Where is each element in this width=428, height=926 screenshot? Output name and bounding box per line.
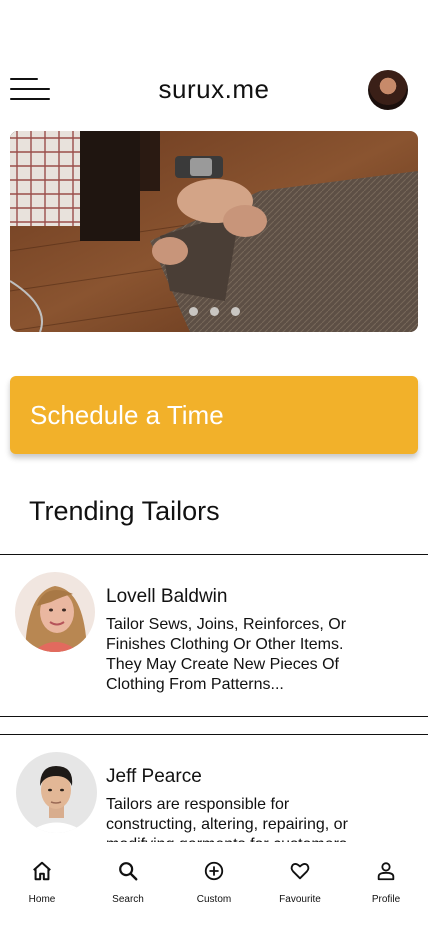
- hero-image: [10, 131, 418, 332]
- nav-profile[interactable]: Profile: [356, 860, 416, 912]
- tailor-avatar: [16, 752, 97, 833]
- carousel-dot-2[interactable]: [209, 307, 219, 316]
- nav-home-label: Home: [28, 894, 56, 905]
- nav-home[interactable]: Home: [12, 860, 72, 912]
- user-avatar-icon[interactable]: [368, 70, 408, 110]
- nav-search[interactable]: Search: [98, 860, 158, 912]
- nav-search-label: Search: [112, 894, 144, 905]
- nav-favourite[interactable]: Favourite: [270, 860, 330, 912]
- nav-custom[interactable]: Custom: [184, 860, 244, 912]
- plus-circle-icon: [204, 861, 224, 881]
- home-icon: [33, 861, 51, 881]
- tailor-name: Jeff Pearce: [106, 766, 202, 787]
- hero-carousel[interactable]: [10, 131, 418, 332]
- tailor-avatar: [15, 572, 95, 652]
- bottom-navigation: Home Search Custom Favourite Profile: [0, 842, 428, 926]
- search-icon: [119, 862, 138, 881]
- schedule-time-button[interactable]: Schedule a Time: [10, 376, 418, 454]
- app-header: surux.me: [0, 68, 428, 112]
- schedule-time-label: Schedule a Time: [30, 400, 224, 430]
- carousel-dot-1[interactable]: [188, 307, 198, 316]
- nav-favourite-label: Favourite: [279, 894, 321, 905]
- nav-profile-label: Profile: [371, 894, 401, 905]
- heart-icon: [290, 863, 310, 880]
- nav-custom-label: Custom: [196, 894, 232, 905]
- divider: [0, 716, 428, 717]
- trending-tailors-heading: Trending Tailors: [29, 496, 220, 526]
- person-icon: [377, 862, 395, 881]
- tailor-description: Tailor Sews, Joins, Reinforces, Or Finis…: [106, 616, 347, 693]
- carousel-dot-3[interactable]: [230, 307, 240, 316]
- brand-title: surux.me: [158, 74, 270, 104]
- carousel-indicators: [10, 307, 418, 316]
- tailor-name: Lovell Baldwin: [106, 586, 228, 607]
- tailor-card[interactable]: Lovell Baldwin Tailor Sews, Joins, Reinf…: [0, 554, 428, 716]
